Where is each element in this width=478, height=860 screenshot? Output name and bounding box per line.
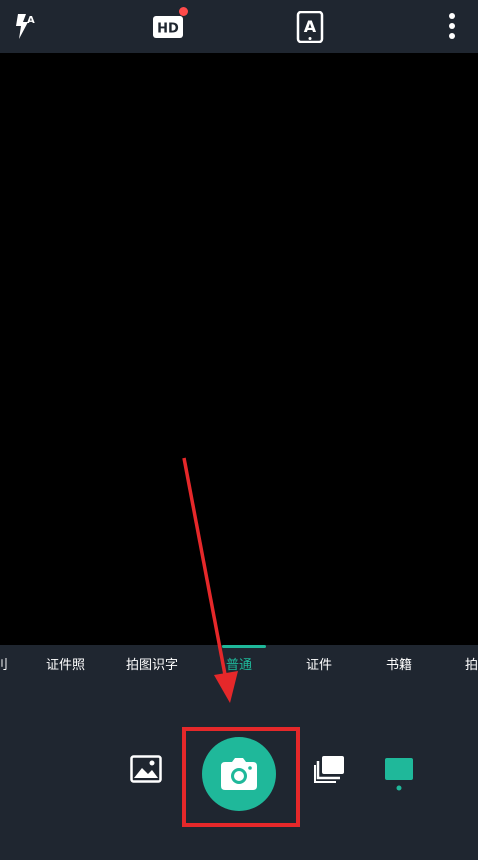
gallery-icon[interactable]	[130, 755, 162, 783]
mode-item-book[interactable]: 书籍	[386, 654, 412, 673]
mode-item-id-photo[interactable]: 证件照	[46, 654, 85, 673]
mode-indicator	[222, 645, 266, 648]
mode-item-certificate[interactable]: 证件	[306, 654, 332, 673]
multi-page-icon[interactable]	[314, 755, 346, 783]
tablet-icon[interactable]	[384, 757, 414, 793]
camera-viewfinder[interactable]	[0, 53, 478, 645]
mode-selector[interactable]: 刂 证件照 拍图识字 普通 证件 书籍 拍	[0, 645, 478, 683]
ocr-label: A	[304, 17, 317, 36]
top-toolbar: A HD A	[0, 0, 478, 53]
hd-label: HD	[157, 22, 179, 37]
mode-item[interactable]: 刂	[0, 654, 8, 673]
mode-item-normal[interactable]: 普通	[226, 654, 252, 673]
text-recognition-icon[interactable]: A	[294, 11, 326, 43]
mode-item-photo-text[interactable]: 拍图识字	[126, 654, 178, 673]
flash-mode-label: A	[27, 15, 35, 26]
hd-icon[interactable]: HD	[152, 7, 188, 43]
mode-item[interactable]: 拍	[465, 654, 478, 673]
flash-auto-icon[interactable]: A	[10, 11, 42, 43]
notification-dot	[179, 7, 188, 16]
highlight-box	[182, 727, 300, 827]
more-icon[interactable]	[436, 11, 468, 43]
